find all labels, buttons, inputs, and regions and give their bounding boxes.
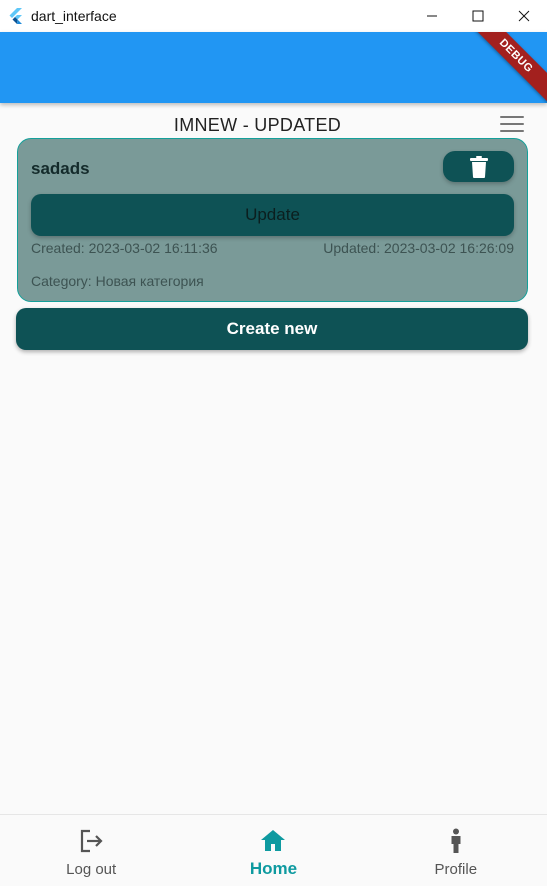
nav-item-home[interactable]: Home <box>182 815 364 886</box>
page-header: IMNEW - UPDATED <box>0 112 547 138</box>
update-button[interactable]: Update <box>31 194 514 236</box>
home-icon <box>261 830 286 851</box>
logout-icon <box>81 829 103 853</box>
close-icon <box>518 10 530 22</box>
bottom-navigation: Log out Home Profile <box>0 814 547 886</box>
window-titlebar: dart_interface <box>0 0 547 32</box>
window-title: dart_interface <box>31 8 117 24</box>
category-label: Category: Новая категория <box>31 273 204 289</box>
menu-icon <box>500 116 524 118</box>
person-icon <box>451 828 461 853</box>
maximize-icon <box>472 10 484 22</box>
page-title: IMNEW - UPDATED <box>173 115 342 135</box>
updated-timestamp: Updated: 2023-03-02 16:26:09 <box>323 240 514 256</box>
minimize-icon <box>427 15 437 17</box>
item-card: sadads Update Created: 2023-03-02 16:11:… <box>17 138 528 302</box>
item-title: sadads <box>31 159 90 178</box>
flutter-logo-icon <box>9 8 22 24</box>
created-timestamp: Created: 2023-03-02 16:11:36 <box>31 240 218 256</box>
maximize-button[interactable] <box>455 0 501 32</box>
menu-button[interactable] <box>500 116 524 134</box>
debug-banner: DEBUG <box>462 32 547 103</box>
app-bar: DEBUG <box>0 32 547 103</box>
minimize-button[interactable] <box>409 0 455 32</box>
close-button[interactable] <box>501 0 547 32</box>
delete-button[interactable] <box>443 151 514 182</box>
nav-label-profile: Profile <box>434 861 478 878</box>
debug-label: DEBUG <box>496 36 536 76</box>
nav-label-logout: Log out <box>66 861 117 878</box>
create-new-button[interactable]: Create new <box>16 308 528 350</box>
nav-label-home: Home <box>249 859 298 878</box>
nav-item-profile[interactable]: Profile <box>365 815 547 886</box>
nav-item-logout[interactable]: Log out <box>0 815 182 886</box>
trash-icon <box>469 155 488 178</box>
